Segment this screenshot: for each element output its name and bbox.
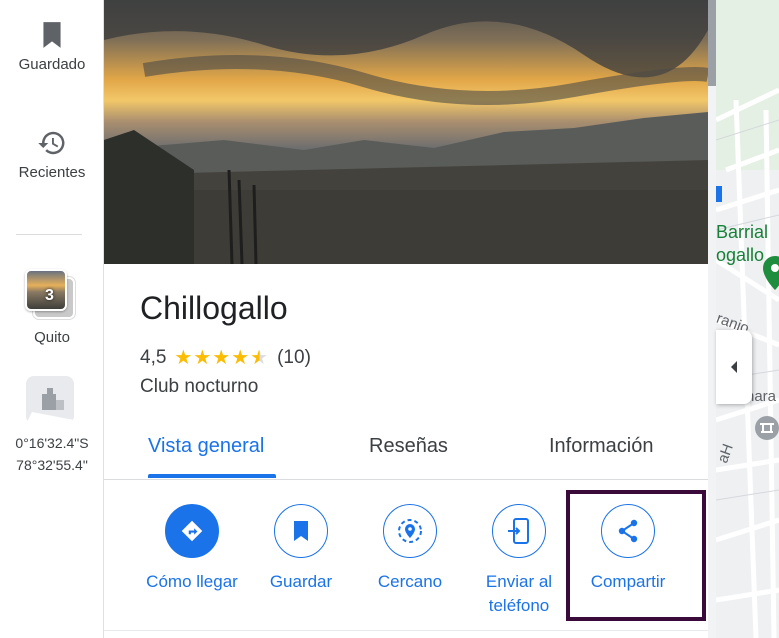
bookmark-icon	[294, 521, 308, 541]
building-icon	[26, 388, 74, 424]
star: ★	[193, 347, 213, 369]
directions-icon	[181, 520, 203, 542]
place-title: Chillogallo	[140, 290, 288, 326]
nearby-button[interactable]: Cercano	[355, 490, 465, 594]
recents-button[interactable]: Recientes	[0, 128, 104, 181]
saved-label: Guardado	[18, 56, 86, 73]
star: ★	[174, 347, 194, 369]
coordinates-label[interactable]: 0°16'32.4"S 78°32'55.4"	[0, 432, 104, 476]
place-category[interactable]: Club nocturno	[140, 376, 258, 398]
star: ★	[212, 347, 232, 369]
place-tabs: Vista general Reseñas Información	[104, 416, 708, 480]
bookmark-icon	[43, 22, 61, 48]
tab-reviews[interactable]: Reseñas	[369, 435, 448, 458]
map-label-ogallo: ogallo	[716, 245, 765, 265]
collapse-panel-button[interactable]	[716, 330, 752, 404]
save-label: Guardar	[269, 572, 333, 591]
directions-button[interactable]: Cómo llegar	[137, 490, 247, 594]
rating-value: 4,5	[140, 346, 167, 368]
quito-count: 3	[45, 287, 54, 304]
coordinates-lng: 78°32'55.4"	[16, 457, 88, 473]
quito-label[interactable]: Quito	[0, 329, 104, 346]
scrollbar-thumb[interactable]	[708, 0, 716, 86]
send-to-phone-button[interactable]: Enviar al teléfono	[464, 490, 574, 618]
review-count[interactable]: (10)	[277, 347, 311, 369]
panel-scrollbar[interactable]	[708, 0, 716, 638]
rail-divider	[16, 234, 82, 235]
place-panel: Chillogallo 4,5 ★★★★★ (10) Club nocturno…	[104, 0, 708, 638]
star: ★	[231, 347, 251, 369]
map-view[interactable]: Barrial ogallo ranio hara aH	[716, 0, 779, 638]
send-to-phone-label: Enviar al teléfono	[485, 572, 553, 615]
active-tab-indicator	[148, 474, 276, 478]
star: ★	[250, 347, 270, 369]
history-icon	[38, 131, 65, 155]
tab-information[interactable]: Información	[549, 435, 654, 458]
quito-thumbnail[interactable]: 3	[25, 269, 75, 319]
rating-row[interactable]: 4,5 ★★★★★ (10)	[140, 345, 311, 370]
directions-label: Cómo llegar	[146, 572, 238, 591]
recents-label: Recientes	[18, 164, 86, 181]
star-rating: ★★★★★	[174, 345, 269, 370]
left-rail: Guardado Recientes 3 Quito 0°16'32.4"S 7…	[0, 0, 104, 638]
chevron-left-icon	[731, 361, 737, 373]
tab-overview[interactable]: Vista general	[148, 435, 264, 458]
saved-button[interactable]: Guardado	[0, 20, 104, 73]
nearby-label: Cercano	[377, 572, 443, 591]
send-to-phone-icon	[508, 518, 529, 544]
place-photo[interactable]	[104, 0, 708, 264]
coordinates-lat: 0°16'32.4"S	[15, 435, 89, 451]
photo-scenery	[104, 0, 708, 264]
action-buttons: Cómo llegar Guardar Cercano Enviar al te…	[104, 490, 708, 630]
coordinates-thumbnail[interactable]	[26, 376, 74, 424]
share-highlight-box	[566, 490, 706, 621]
map-label-barrial: Barrial	[716, 222, 769, 242]
nearby-icon	[398, 519, 422, 543]
save-button[interactable]: Guardar	[246, 490, 356, 594]
section-divider	[104, 630, 708, 631]
